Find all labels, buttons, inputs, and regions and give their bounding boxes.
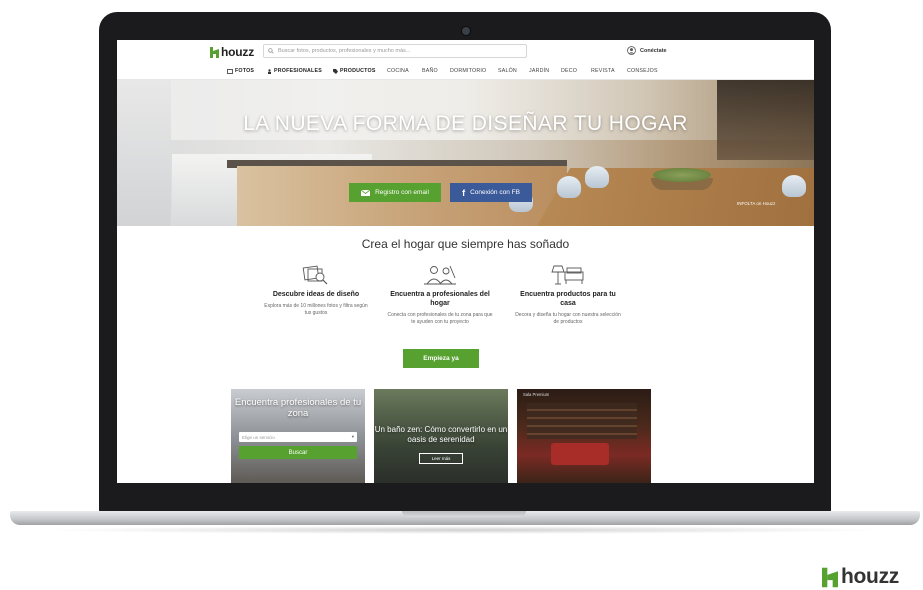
houzz-logo[interactable]: houzz [210,45,254,59]
photo-icon [227,68,233,74]
photo-shelves [527,403,637,439]
main-nav: FOTOS PROFESIONALES PRODUCTOS COCINA BAÑ… [117,64,814,80]
houzz-brand-logo-text: houzz [841,565,899,588]
site-header: houzz Buscar fotos, productos, profesion… [117,40,814,64]
hero-photo-chair [782,175,806,197]
professionals-icon [424,265,456,285]
photo-card-label: Sala Premium [523,392,550,397]
facebook-connect-button[interactable]: f Conexión con FB [450,183,532,202]
feature-description: Decora y diseña tu hogar con nuestra sel… [515,311,621,326]
feature-products: Encuentra productos para tu casa Decora … [513,264,623,327]
email-signup-label: Registro con email [375,189,429,196]
read-more-button[interactable]: Leer más [419,453,463,464]
houzz-brand-logo-icon [822,567,838,587]
nav-item-bano[interactable]: BAÑO [422,68,438,74]
houzz-logo-text: houzz [221,45,254,59]
hero-photo-chair [585,166,609,188]
signin-label: Conéctate [640,47,667,54]
nav-item-label: JARDÍN [529,68,550,74]
search-placeholder: Buscar fotos, productos, profesionales y… [278,48,411,54]
browser-screen: houzz Buscar fotos, productos, profesion… [117,40,814,483]
signin-link[interactable]: Conéctate [627,46,667,55]
find-pros-title: Encuentra profesionales de tu zona [234,397,362,420]
nav-item-label: PROFESIONALES [274,68,322,74]
feature-professionals: Encuentra a profesionales del hogar Cone… [385,264,495,327]
nav-item-revista[interactable]: REVISTA [591,68,615,74]
photo-sofa [551,443,609,465]
hero-banner [117,80,814,226]
feature-title: Encuentra productos para tu casa [520,291,616,307]
search-pros-button[interactable]: Buscar [239,446,357,459]
nav-item-label: CONSEJOS [627,68,658,74]
service-select[interactable]: Elige un servicio ▾ [239,432,357,442]
photos-magnifier-icon [302,265,328,285]
tag-icon [333,68,338,74]
feature-ideas: Descubre ideas de diseño Explora más de … [261,264,371,318]
photo-card[interactable]: Sala Premium [517,389,651,483]
laptop-mockup: houzz Buscar fotos, productos, profesion… [0,0,923,590]
nav-item-label: REVISTA [591,68,615,74]
nav-item-salon[interactable]: SALÓN [498,68,517,74]
nav-item-productos[interactable]: PRODUCTOS [333,68,376,74]
houzz-logo-icon [210,46,219,58]
chevron-down-icon: ▾ [351,434,354,439]
find-pros-card: Encuentra profesionales de tu zona Elige… [231,389,365,483]
nav-item-label: FOTOS [235,68,255,74]
article-card[interactable]: Un baño zen: Cómo convertirlo en un oasi… [374,389,508,483]
tagline: Crea el hogar que siempre has soñado [361,237,570,251]
feature-title: Descubre ideas de diseño [272,291,360,298]
search-icon [268,48,274,54]
hero-photo-plant [653,168,711,182]
user-avatar-icon [627,46,636,55]
person-icon [268,68,271,74]
laptop-shadow [40,526,890,534]
envelope-icon [361,189,371,196]
nav-item-dormitorio[interactable]: DORMITORIO [450,68,486,74]
webcam [462,27,470,35]
nav-item-label: COCINA [387,68,409,74]
nav-item-label: SALÓN [498,68,517,74]
hero-photo-cabinets [117,80,171,226]
get-started-button[interactable]: Empieza ya [403,349,479,368]
nav-item-label: BAÑO [422,68,438,74]
nav-item-jardin[interactable]: JARDÍN [529,68,549,74]
search-input[interactable]: Buscar fotos, productos, profesionales y… [263,44,527,58]
nav-item-fotos[interactable]: FOTOS [227,68,254,74]
laptop-notch [402,511,526,517]
nav-item-consejos[interactable]: CONSEJOS [627,68,658,74]
feature-description: Conecta con profesionales de tu zona par… [387,311,493,326]
hero-title: LA NUEVA FORMA DE DISEÑAR TU HOGAR [243,112,688,135]
nav-item-deco[interactable]: DECO [561,68,577,74]
photo-credit[interactable]: INFOLTA on Houzz [737,201,775,206]
feature-title: Encuentra a profesionales del hogar [390,291,490,307]
email-signup-button[interactable]: Registro con email [349,183,441,202]
nav-item-label: DECO [561,68,578,74]
article-title: Un baño zen: Cómo convertirlo en un oasi… [374,425,508,444]
furniture-icon [551,265,584,285]
service-select-placeholder: Elige un servicio [242,434,275,440]
nav-item-label: PRODUCTOS [340,68,376,74]
facebook-connect-label: Conexión con FB [470,189,520,196]
feature-description: Explora más de 10 millones fotos y filtr… [264,302,368,317]
nav-item-label: DORMITORIO [450,68,487,74]
nav-item-cocina[interactable]: COCINA [387,68,409,74]
nav-item-profesionales[interactable]: PROFESIONALES [267,68,322,74]
houzz-brand-logo: houzz [822,565,899,589]
hero-photo-chair [557,176,581,198]
facebook-icon: f [462,187,466,198]
